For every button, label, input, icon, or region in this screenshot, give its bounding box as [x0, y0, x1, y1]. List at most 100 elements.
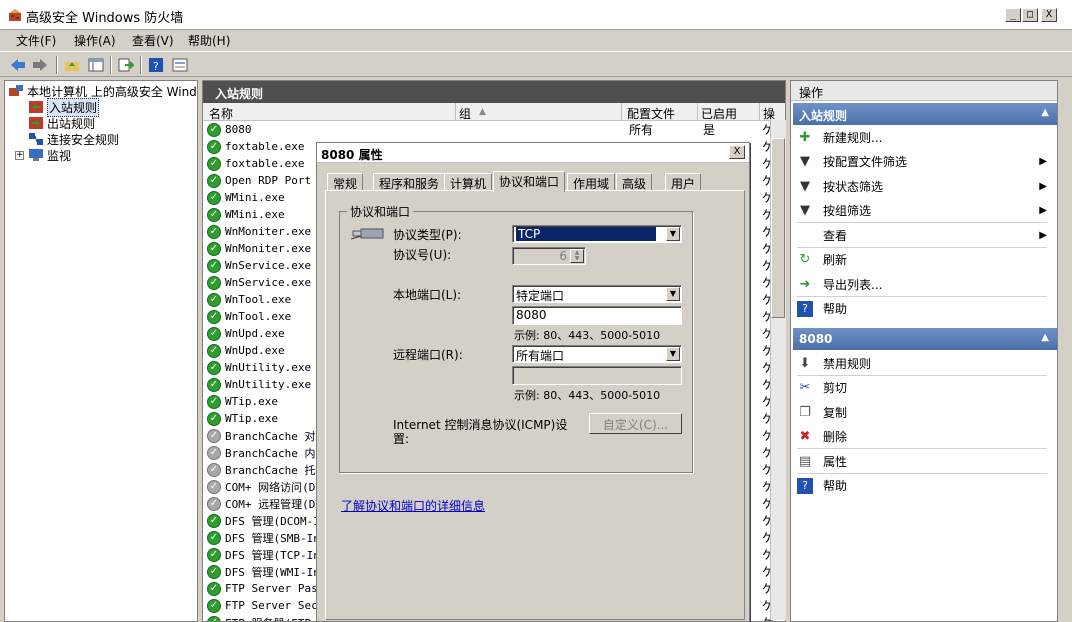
actions-pane: 操作 入站规则 ▲ ✚ 新建规则... ▼ 按配置文件筛选 ▶ ▼ 按状态筛选 ▶ ▼ 按组筛选 ▶…	[790, 80, 1058, 622]
rule-name: BranchCache 内容	[225, 446, 327, 460]
new-rule-icon: ✚	[799, 129, 811, 145]
local-port-select[interactable]: 特定端口 ▼	[512, 285, 682, 303]
rule-name: WTip.exe	[225, 412, 278, 425]
actions-section-inbound[interactable]: 入站规则 ▲	[793, 103, 1057, 125]
customize-button[interactable]: 自定义(C)...	[589, 413, 682, 434]
menu-action[interactable]: 操作(A)	[74, 32, 116, 49]
tab-advanced[interactable]: 高级	[616, 173, 653, 191]
firewall-icon	[9, 9, 21, 21]
table-row[interactable]: ✓ 8080 所有是ケ	[207, 121, 774, 138]
close-button[interactable]: X	[1041, 8, 1057, 22]
menu-help[interactable]: 帮助(H)	[188, 32, 230, 49]
tab-general[interactable]: 常规	[327, 173, 364, 191]
actions-title: 操作	[791, 81, 1057, 101]
action-item[interactable]: ↻ 刷新	[797, 249, 1053, 271]
action-item[interactable]: ✚ 新建规则...	[797, 126, 1053, 148]
action-item[interactable]: ▼ 按配置文件筛选 ▶	[797, 151, 1053, 173]
action-item[interactable]: ➜ 导出列表...	[797, 273, 1053, 295]
tree-item-monitoring[interactable]: + 监视	[15, 147, 71, 163]
chevron-down-icon[interactable]: ▼	[666, 227, 680, 241]
action-item[interactable]: ? 帮助	[797, 475, 1053, 497]
protocol-number-stepper[interactable]: 6 ▲ ▼	[512, 247, 586, 265]
tree-root[interactable]: 本地计算机 上的高级安全 Wind	[9, 83, 197, 99]
separator	[797, 222, 1047, 223]
tab-scope[interactable]: 作用域	[567, 173, 616, 191]
export-icon: ➜	[799, 276, 811, 292]
action-item[interactable]: ✖ 删除	[797, 426, 1053, 448]
help-icon: ?	[797, 300, 813, 317]
tree-item-inbound-rules[interactable]: 入站规则	[29, 97, 100, 117]
help-icon[interactable]: ?	[146, 55, 166, 75]
column-group[interactable]: 组	[459, 105, 471, 122]
action-item[interactable]: ✂ 剪切	[797, 377, 1053, 399]
rule-name: FTP 服务器(FTP	[225, 615, 311, 622]
rule-enabled-icon: ✓	[207, 326, 221, 341]
rule-name: foxtable.exe	[225, 140, 305, 153]
dialog-close-button[interactable]: X	[729, 145, 745, 159]
forward-icon[interactable]	[30, 55, 50, 75]
rule-name: WnService.exe	[225, 259, 312, 272]
back-icon[interactable]	[8, 55, 28, 75]
chevron-down-icon[interactable]: ▼	[666, 287, 680, 301]
show-hide-tree-icon[interactable]	[86, 55, 106, 75]
copy-icon: ❐	[799, 404, 811, 420]
chevron-down-icon[interactable]: ▼	[666, 347, 680, 361]
tree-item-connection-security-rules[interactable]: 连接安全规则	[29, 131, 119, 147]
action-item[interactable]: ❐ 复制	[797, 401, 1053, 423]
navigation-tree: 本地计算机 上的高级安全 Wind 入站规则 出站规则 连接安全规则 + 监视	[4, 80, 198, 622]
rule-enabled-icon: ✓	[207, 581, 221, 596]
action-item[interactable]: ▤ 属性	[797, 450, 1053, 472]
column-enabled[interactable]: 已启用	[701, 105, 737, 122]
rule-name: foxtable.exe	[225, 157, 305, 170]
stepper-icon[interactable]: ▲ ▼	[570, 249, 584, 263]
action-item[interactable]: ▼ 按组筛选 ▶	[797, 200, 1053, 222]
local-port-value: 特定端口	[516, 289, 565, 303]
minimize-button[interactable]: _	[1005, 8, 1021, 22]
menu-file[interactable]: 文件(F)	[16, 32, 56, 49]
rule-name: DFS 管理(WMI-In	[225, 565, 320, 579]
collapse-icon[interactable]: ▲	[1041, 107, 1049, 118]
rule-enabled-icon: ✓	[207, 360, 221, 375]
remote-port-select[interactable]: 所有端口 ▼	[512, 345, 682, 363]
cut-icon: ✂	[799, 380, 811, 395]
action-item[interactable]: ? 帮助	[797, 298, 1053, 320]
tab-users[interactable]: 用户	[665, 173, 702, 191]
submenu-arrow-icon: ▶	[1039, 205, 1047, 216]
separator	[797, 295, 1047, 297]
action-label: 帮助	[823, 479, 848, 493]
remote-port-input[interactable]	[512, 366, 682, 385]
local-port-input[interactable]: 8080	[512, 306, 682, 325]
action-item[interactable]: ⬇ 禁用规则	[797, 352, 1053, 374]
title-bar: 高级安全 Windows 防火墙 _ □ X	[0, 0, 1072, 30]
expand-icon[interactable]: +	[15, 150, 24, 160]
tab-computers[interactable]: 计算机	[444, 173, 493, 191]
action-label: 复制	[823, 405, 848, 420]
list-scrollbar-thumb[interactable]	[771, 138, 785, 318]
outbound-rules-icon	[29, 117, 43, 129]
column-name[interactable]: 名称	[209, 105, 233, 122]
export-icon[interactable]	[116, 55, 136, 75]
icmp-label: Internet 控制消息协议(ICMP)设	[393, 418, 568, 432]
collapse-icon[interactable]: ▲	[1041, 332, 1049, 343]
svg-text:?: ?	[153, 60, 159, 73]
maximize-button[interactable]: □	[1022, 8, 1038, 22]
rule-enabled-icon: ✓	[207, 615, 221, 621]
rule-name: BranchCache 托管	[225, 463, 327, 477]
rule-name: WnUtility.exe	[225, 361, 312, 374]
menu-bar: 文件(F) 操作(A) 查看(V) 帮助(H)	[0, 30, 1072, 50]
actions-section-rule[interactable]: 8080 ▲	[793, 328, 1057, 350]
submenu-arrow-icon: ▶	[1039, 180, 1047, 192]
tree-item-outbound-rules[interactable]: 出站规则	[29, 115, 95, 131]
column-profile[interactable]: 配置文件	[627, 105, 675, 122]
rule-name: Open RDP Port 3	[225, 174, 325, 187]
tab-programs-services[interactable]: 程序和服务	[373, 173, 446, 191]
inbound-rules-icon	[29, 101, 43, 113]
action-item[interactable]: ▼ 按状态筛选 ▶	[797, 175, 1053, 197]
action-item[interactable]: 查看 ▶	[797, 224, 1053, 246]
tab-protocols-ports[interactable]: 协议和端口	[493, 171, 566, 192]
learn-more-link[interactable]: 了解协议和端口的详细信息	[341, 497, 485, 514]
up-folder-icon[interactable]	[62, 55, 82, 75]
protocol-type-select[interactable]: TCP ▼	[512, 225, 682, 243]
menu-view[interactable]: 查看(V)	[132, 32, 174, 49]
properties-icon[interactable]	[170, 55, 190, 75]
